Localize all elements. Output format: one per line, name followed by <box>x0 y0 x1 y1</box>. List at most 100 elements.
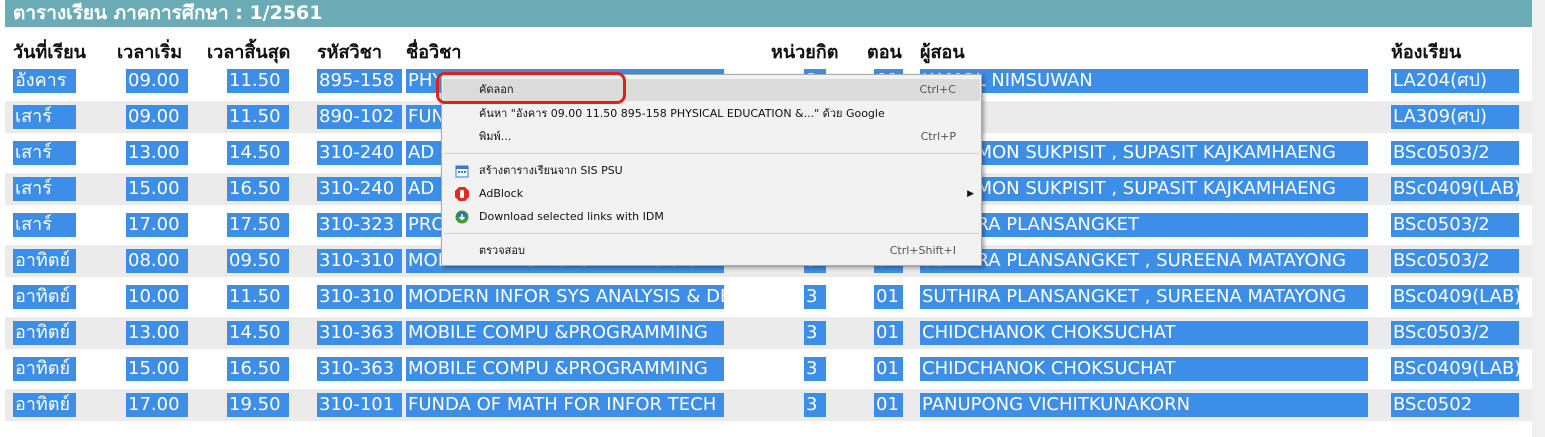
menu-item-inspect-shortcut: Ctrl+Shift+I <box>889 244 956 257</box>
cell-code: 890-102 <box>317 105 402 129</box>
table-row: อาทิตย์ 17.00 19.50 310-101 FUNDA OF MATH FO… <box>5 389 1532 421</box>
header-section: ตอน <box>867 42 902 63</box>
cell-day: อาทิตย์ <box>13 285 76 309</box>
cell-instructor: PANUPONG VICHITKUNAKORN <box>920 393 1368 417</box>
scrollbar[interactable] <box>1532 0 1545 437</box>
menu-separator <box>444 153 979 154</box>
cell-instructor: SUTHIRA PLANSANGKET , SUREENA MATAYONG <box>920 285 1368 309</box>
cell-code: 895-158 <box>317 69 402 93</box>
cell-day: เสาร์ <box>13 177 76 201</box>
cell-instructor: CHIDCHANOK CHOKSUCHAT <box>920 357 1368 381</box>
cell-room: BSc0503/2 <box>1391 141 1519 165</box>
cell-room: BSc0502 <box>1391 393 1519 417</box>
cell-code: 310-310 <box>317 285 402 309</box>
cell-start: 09.00 <box>126 105 188 129</box>
menu-item-inspect[interactable]: ตรวจสอบ Ctrl+Shift+I <box>443 240 980 262</box>
menu-separator <box>444 233 979 234</box>
menu-item-inspect-label: ตรวจสอบ <box>479 244 525 257</box>
cell-credits: 3 <box>804 393 826 417</box>
cell-room: BSc0503/2 <box>1391 213 1519 237</box>
cell-credits: 3 <box>804 357 826 381</box>
cell-day: เสาร์ <box>13 213 76 237</box>
cell-credits: 3 <box>804 285 826 309</box>
cell-instructor: SUTHIMON SUKPISIT , SUPASIT KAJKAMHAENG <box>920 141 1368 165</box>
cell-room: LA204(ศป) <box>1391 69 1519 93</box>
cell-code: 310-240 <box>317 177 402 201</box>
header-day: วันที่เรียน <box>13 42 86 63</box>
cell-instructor: SUTHIMON SUKPISIT , SUPASIT KAJKAMHAENG <box>920 177 1368 201</box>
adblock-icon <box>455 187 469 201</box>
table-row: อาทิตย์ 15.00 16.50 310-363 MOBILE COMPU &PR… <box>5 353 1532 385</box>
cell-day: อังคาร <box>13 69 76 93</box>
cell-room: LA309(ศป) <box>1391 105 1519 129</box>
header-room: ห้องเรียน <box>1391 42 1462 63</box>
cell-code: 310-101 <box>317 393 402 417</box>
cell-section: 01 <box>874 285 903 309</box>
cell-day: อาทิตย์ <box>13 321 76 345</box>
cell-code: 310-240 <box>317 141 402 165</box>
cell-name: MOBILE COMPU &PROGRAMMING <box>406 357 724 381</box>
cell-room: BSc0503/2 <box>1391 321 1519 345</box>
cell-end: 11.50 <box>227 69 289 93</box>
highlight-annotation <box>436 72 626 104</box>
cell-start: 17.00 <box>126 213 188 237</box>
cell-start: 15.00 <box>126 177 188 201</box>
cell-name: MOBILE COMPU &PROGRAMMING <box>406 321 724 345</box>
cell-room: BSc0409(LAB) <box>1391 285 1519 309</box>
header-end: เวลาสิ้นสุด <box>207 42 291 63</box>
cell-room: BSc0503/2 <box>1391 249 1519 273</box>
cell-code: 310-363 <box>317 321 402 345</box>
menu-item-print-label: พิมพ์... <box>479 130 512 143</box>
cell-instructor: KAMOL NIMSUWAN <box>920 69 1368 93</box>
menu-item-search-label: ค้นหา "อังคาร 09.00 11.50 895-158 PHYSIC… <box>479 107 885 120</box>
table-row: อาทิตย์ 10.00 11.50 310-310 MODERN INFOR SYS… <box>5 281 1532 313</box>
cell-end: 11.50 <box>227 105 289 129</box>
menu-item-adblock-label: AdBlock <box>479 187 524 200</box>
submenu-arrow-icon: ▶ <box>967 189 974 199</box>
cell-end: 14.50 <box>227 141 289 165</box>
cell-section: 01 <box>874 321 903 345</box>
cell-credits: 3 <box>804 321 826 345</box>
cell-name: FUNDA OF MATH FOR INFOR TECH <box>406 393 724 417</box>
cell-code: 310-310 <box>317 249 402 273</box>
cell-end: 11.50 <box>227 285 289 309</box>
cell-instructor: SUTHIRA PLANSANGKET <box>920 213 1368 237</box>
cell-instructor: SUTHIRA PLANSANGKET , SUREENA MATAYONG <box>920 249 1368 273</box>
cell-room: BSc0409(LAB) <box>1391 177 1519 201</box>
cell-day: เสาร์ <box>13 105 76 129</box>
cell-room: BSc0409(LAB) <box>1391 357 1519 381</box>
cell-code: 310-323 <box>317 213 402 237</box>
cell-end: 19.50 <box>227 393 289 417</box>
cell-start: 17.00 <box>126 393 188 417</box>
header-start: เวลาเริ่ม <box>117 42 183 63</box>
cell-day: อาทิตย์ <box>13 393 76 417</box>
cell-end: 16.50 <box>227 177 289 201</box>
page-title: ตารางเรียน ภาคการศึกษา : 1/2561 <box>5 0 1532 27</box>
cell-start: 13.00 <box>126 321 188 345</box>
cell-day: อาทิตย์ <box>13 357 76 381</box>
menu-item-copy-shortcut: Ctrl+C <box>919 83 956 96</box>
cell-end: 14.50 <box>227 321 289 345</box>
cell-start: 09.00 <box>126 69 188 93</box>
menu-item-search-google[interactable]: ค้นหา "อังคาร 09.00 11.50 895-158 PHYSIC… <box>443 103 980 125</box>
cell-section: 01 <box>874 357 903 381</box>
menu-item-sis-label: สร้างตารางเรียนจาก SIS PSU <box>479 164 623 177</box>
cell-end: 09.50 <box>227 249 289 273</box>
cell-end: 16.50 <box>227 357 289 381</box>
menu-item-print[interactable]: พิมพ์... Ctrl+P <box>443 126 980 148</box>
cell-start: 13.00 <box>126 141 188 165</box>
menu-item-idm[interactable]: Download selected links with IDM <box>443 206 980 228</box>
header-name: ชื่อวิชา <box>406 42 462 63</box>
cell-day: อาทิตย์ <box>13 249 76 273</box>
cell-start: 10.00 <box>126 285 188 309</box>
cell-instructor: CHIDCHANOK CHOKSUCHAT <box>920 321 1368 345</box>
cell-section: 01 <box>874 393 903 417</box>
table-row: อาทิตย์ 13.00 14.50 310-363 MOBILE COMPU &PR… <box>5 317 1532 349</box>
cell-start: 08.00 <box>126 249 188 273</box>
header-credits: หน่วยกิต <box>771 42 839 63</box>
menu-item-adblock[interactable]: AdBlock ▶ <box>443 183 980 205</box>
cell-code: 310-363 <box>317 357 402 381</box>
menu-item-sis-schedule[interactable]: สร้างตารางเรียนจาก SIS PSU <box>443 160 980 182</box>
header-instructor: ผู้สอน <box>920 42 965 63</box>
cell-end: 17.50 <box>227 213 289 237</box>
